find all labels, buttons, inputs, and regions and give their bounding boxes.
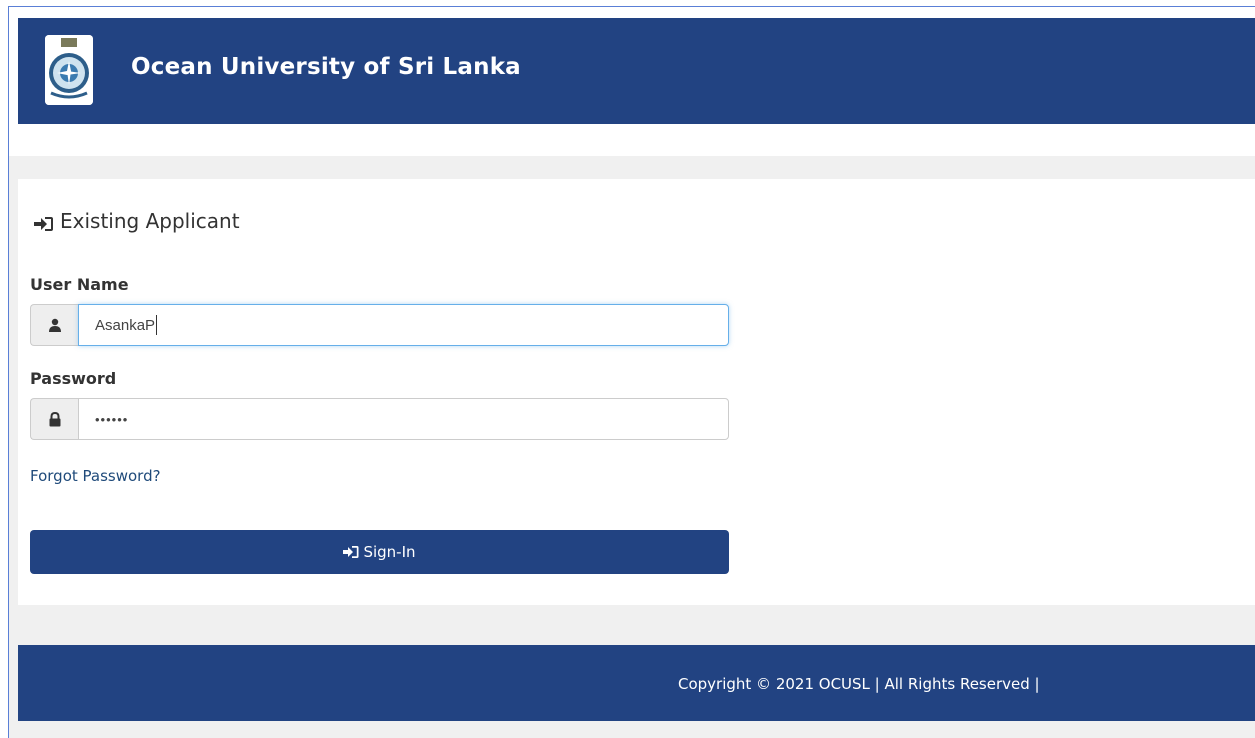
site-title: Ocean University of Sri Lanka <box>131 54 521 80</box>
username-label: User Name <box>30 275 129 294</box>
university-crest-icon <box>45 35 93 105</box>
password-input[interactable]: •••••• <box>78 398 729 440</box>
sign-in-label: Sign-In <box>363 543 416 561</box>
footer-bar: Copyright © 2021 OCUSL | All Rights Rese… <box>18 645 1255 721</box>
forgot-password-link[interactable]: Forgot Password? <box>30 467 161 485</box>
username-value: AsankaP <box>95 316 156 334</box>
login-card: Existing Applicant User Name AsankaP Pas… <box>18 179 1255 605</box>
sign-in-button[interactable]: Sign-In <box>30 530 729 574</box>
header-bar: Ocean University of Sri Lanka <box>18 18 1255 124</box>
sub-bar <box>18 124 1255 156</box>
login-heading: Existing Applicant <box>34 209 240 233</box>
password-value: •••••• <box>95 411 129 427</box>
password-label: Password <box>30 369 117 388</box>
lock-icon <box>30 398 78 440</box>
login-heading-text: Existing Applicant <box>60 209 240 233</box>
text-caret <box>156 315 158 335</box>
password-group: •••••• <box>30 398 729 440</box>
username-group: AsankaP <box>30 304 729 346</box>
sign-in-icon <box>34 213 54 231</box>
username-input[interactable]: AsankaP <box>78 304 729 346</box>
user-icon <box>30 304 78 346</box>
sign-in-icon <box>343 545 359 559</box>
copyright-text: Copyright © 2021 OCUSL | All Rights Rese… <box>678 675 1040 693</box>
